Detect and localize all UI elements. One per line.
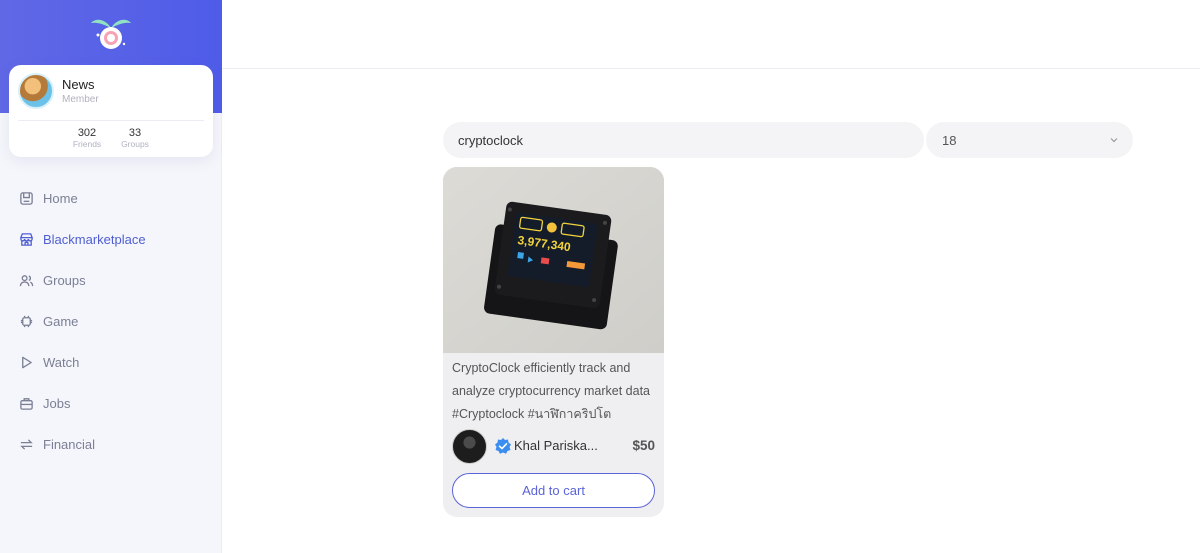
verified-badge-icon [495,438,511,454]
product-price: $50 [632,438,655,453]
search-input[interactable] [443,122,924,158]
sidebar-item-game[interactable]: Game [0,301,222,342]
sidebar-item-blackmarketplace[interactable]: Blackmarketplace [0,219,222,260]
sidebar-item-jobs[interactable]: Jobs [0,383,222,424]
crypto-clock-image: 3,977,340 [443,167,664,353]
home-icon [18,191,34,207]
sidebar-item-label: Financial [43,437,96,452]
sidebar-item-label: Jobs [43,396,71,411]
friends-stat[interactable]: 302 Friends [69,127,105,149]
product-card[interactable]: 3,977,340 CryptoClock efficiently track … [443,167,664,517]
store-icon [18,232,34,248]
app-logo-icon[interactable] [89,14,133,52]
exchange-icon [18,437,34,453]
play-icon [18,355,34,371]
top-bar [222,0,1200,69]
seller-name[interactable]: Khal Pariska... [514,438,598,453]
sidebar-item-home[interactable]: Home [0,178,222,219]
sidebar: News Member 302 Friends 33 Groups Home B… [0,0,222,553]
avatar[interactable] [18,73,54,109]
sidebar-item-label: Game [43,314,79,329]
users-icon [18,273,34,289]
groups-stat[interactable]: 33 Groups [117,127,153,149]
seller-avatar[interactable] [452,429,487,464]
groups-count: 33 [128,127,142,139]
friends-label: Friends [72,139,102,149]
briefcase-icon [18,396,34,412]
sidebar-item-financial[interactable]: Financial [0,424,222,465]
product-description: CryptoClock efficiently track and analyz… [452,361,651,421]
sidebar-item-label: Groups [43,273,86,288]
select-value: 18 [942,132,957,148]
quantity-select[interactable]: 18 [926,122,1133,158]
profile-card[interactable]: News Member 302 Friends 33 Groups [9,65,213,157]
divider [18,120,204,121]
chevron-down-icon [1110,138,1118,143]
profile-role: Member [62,94,99,105]
sidebar-item-label: Blackmarketplace [43,232,146,247]
product-image[interactable]: 3,977,340 [443,167,664,353]
gamepad-icon [18,314,34,330]
sidebar-item-watch[interactable]: Watch [0,342,222,383]
groups-label: Groups [121,139,149,149]
sidebar-item-groups[interactable]: Groups [0,260,222,301]
sidebar-item-label: Home [43,191,78,206]
add-to-cart-button[interactable]: Add to cart [452,473,655,508]
sidebar-item-label: Watch [43,355,80,370]
sidebar-nav: Home Blackmarketplace Groups Game Watch [0,178,222,465]
profile-name[interactable]: News [62,77,95,92]
friends-count: 302 [77,127,97,139]
